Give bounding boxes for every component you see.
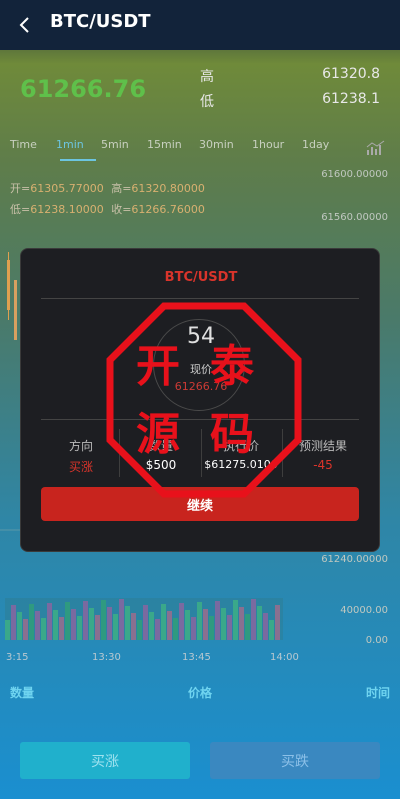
header-bar: BTC/USDT	[0, 0, 400, 50]
chart-settings-icon[interactable]	[366, 140, 386, 156]
volume-bar	[137, 620, 142, 640]
volume-bar	[185, 610, 190, 640]
volume-bar	[245, 614, 250, 640]
volume-bar	[173, 618, 178, 640]
list-header-price: 价格	[188, 686, 213, 700]
volume-bar	[263, 613, 268, 640]
low-ohlc-label: 低=	[10, 203, 31, 216]
time-axis-label: 14:00	[270, 652, 299, 663]
list-header-qty: 数量	[10, 686, 35, 700]
list-header-time: 时间	[365, 686, 390, 700]
volume-bar	[167, 611, 172, 640]
ohlc-line-1: 开=61305.77000 高=61320.80000	[10, 180, 205, 196]
volume-bar	[269, 620, 274, 640]
stamp-char: 泰	[210, 341, 254, 392]
page-title: BTC/USDT	[50, 11, 151, 32]
low-value: 61238.1	[322, 91, 380, 107]
low-ohlc-value: 61238.10000	[30, 203, 104, 216]
volume-bar	[155, 619, 160, 640]
time-axis-label: 13:30	[92, 652, 121, 663]
volume-bar	[227, 615, 232, 640]
stamp-char: 源	[136, 409, 180, 460]
volume-bar	[41, 618, 46, 640]
volume-bar	[59, 617, 64, 640]
volume-chart	[5, 598, 283, 640]
volume-bar	[29, 604, 34, 640]
volume-bar	[11, 605, 16, 640]
volume-axis-label: 40000.00	[340, 605, 388, 616]
buy-down-button[interactable]: 买跌	[210, 742, 380, 779]
tab-1min[interactable]: 1min	[56, 138, 84, 151]
time-axis-label: 3:15	[6, 652, 29, 663]
volume-bar	[119, 599, 124, 640]
price-axis-label: 61560.00000	[321, 212, 388, 223]
tab-1hour[interactable]: 1hour	[252, 138, 284, 151]
low-label: 低	[200, 94, 214, 110]
volume-bar	[215, 601, 220, 640]
candle	[14, 280, 17, 340]
tab-15min[interactable]: 15min	[147, 138, 182, 151]
current-price: 61266.76	[20, 75, 147, 103]
volume-bar	[239, 607, 244, 640]
volume-bar	[221, 608, 226, 640]
close-ohlc-label: 收=	[111, 203, 132, 216]
volume-bar	[107, 607, 112, 640]
watermark-stamp: 开 泰 源 码	[106, 302, 302, 498]
volume-bar	[191, 617, 196, 640]
volume-bar	[77, 616, 82, 640]
tab-1day[interactable]: 1day	[302, 138, 329, 151]
volume-bar	[101, 600, 106, 640]
tab-5min[interactable]: 5min	[101, 138, 129, 151]
volume-bar	[65, 602, 70, 640]
stamp-char: 开	[136, 341, 180, 392]
volume-bar	[5, 620, 10, 640]
volume-bar	[17, 612, 22, 640]
volume-bar	[53, 610, 58, 640]
divider	[41, 298, 359, 299]
volume-bar	[125, 606, 130, 640]
volume-axis-label: 0.00	[365, 635, 388, 646]
volume-bar	[71, 609, 76, 640]
volume-bar	[143, 605, 148, 640]
price-axis-label: 61600.00000	[321, 169, 388, 180]
volume-bar	[95, 615, 100, 640]
volume-bar	[251, 599, 256, 640]
high-value: 61320.8	[322, 66, 380, 82]
tab-30min[interactable]: 30min	[199, 138, 234, 151]
volume-bar	[89, 608, 94, 640]
volume-bar	[257, 606, 262, 640]
price-axis-label: 61240.00000	[321, 554, 388, 565]
high-ohlc-label: 高=	[111, 182, 132, 195]
volume-bar	[35, 611, 40, 640]
volume-bar	[233, 600, 238, 640]
volume-bar	[179, 603, 184, 640]
volume-bar	[161, 604, 166, 640]
stamp-char: 码	[210, 409, 254, 460]
chevron-left-icon[interactable]	[14, 14, 36, 36]
interval-tabs: Time 1min 5min 15min 30min 1hour 1day	[10, 138, 350, 162]
open-label: 开=	[10, 182, 31, 195]
volume-bar	[83, 601, 88, 640]
volume-bar	[209, 616, 214, 640]
close-ohlc-value: 61266.76000	[131, 203, 205, 216]
volume-bar	[23, 619, 28, 640]
modal-title: BTC/USDT	[164, 270, 238, 285]
buy-up-button[interactable]: 买涨	[20, 742, 190, 779]
tab-time[interactable]: Time	[10, 138, 37, 151]
volume-bar	[131, 613, 136, 640]
high-ohlc-value: 61320.80000	[131, 182, 205, 195]
open-value: 61305.77000	[30, 182, 104, 195]
volume-bar	[203, 609, 208, 640]
ohlc-line-2: 低=61238.10000 收=61266.76000	[10, 201, 205, 217]
volume-bar	[197, 602, 202, 640]
volume-bar	[275, 605, 280, 640]
volume-bar	[47, 603, 52, 640]
time-axis-label: 13:45	[182, 652, 211, 663]
high-label: 高	[200, 69, 214, 85]
volume-bar	[149, 612, 154, 640]
active-tab-indicator	[60, 159, 96, 161]
volume-bar	[113, 614, 118, 640]
